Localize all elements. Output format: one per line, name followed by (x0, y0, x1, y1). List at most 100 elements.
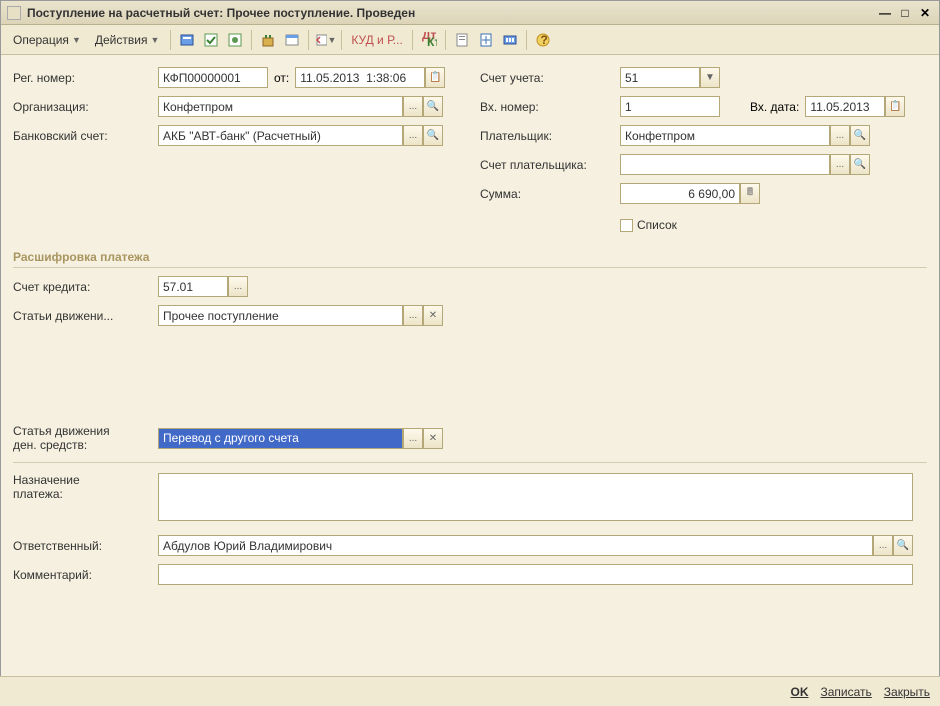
breakdown-section-title: Расшифровка платежа (13, 250, 927, 268)
search-icon[interactable]: 🔍 (423, 125, 443, 146)
amount-input[interactable] (620, 183, 740, 204)
account-input[interactable] (620, 67, 700, 88)
separator (308, 30, 309, 50)
account-label: Счет учета: (480, 71, 620, 85)
reg-number-input[interactable] (158, 67, 268, 88)
search-icon[interactable]: 🔍 (893, 535, 913, 556)
clear-button[interactable]: ✕ (423, 428, 443, 449)
dropdown-icon: ▼ (150, 35, 159, 45)
minimize-button[interactable]: — (877, 6, 893, 20)
list-checkbox[interactable]: Список (620, 218, 677, 232)
divider (13, 462, 927, 463)
cashflow-article-label: Статья движения ден. средств: (13, 424, 158, 452)
responsible-label: Ответственный: (13, 539, 158, 553)
close-button[interactable]: ✕ (917, 6, 933, 20)
kudr-button[interactable]: КУД и Р... (347, 33, 406, 47)
movement-article-label: Статьи движени... (13, 309, 158, 323)
separator (170, 30, 171, 50)
purpose-label-2: платежа: (13, 487, 158, 501)
actions-label: Действия (95, 33, 148, 47)
comment-input[interactable] (158, 564, 913, 585)
titlebar: Поступление на расчетный счет: Прочее по… (1, 1, 939, 25)
comment-label: Комментарий: (13, 568, 158, 582)
actions-menu[interactable]: Действия▼ (89, 30, 166, 50)
purpose-label-1: Назначение (13, 473, 158, 487)
separator (445, 30, 446, 50)
search-icon[interactable]: 🔍 (850, 125, 870, 146)
payer-input[interactable] (620, 125, 830, 146)
tb-icon-2[interactable] (200, 29, 222, 51)
inc-date-label: Вх. дата: (750, 100, 799, 114)
help-icon[interactable]: ? (532, 29, 554, 51)
payer-account-label: Счет плательщика: (480, 158, 620, 172)
window-buttons: — □ ✕ (877, 6, 933, 20)
responsible-input[interactable] (158, 535, 873, 556)
bank-account-input[interactable] (158, 125, 403, 146)
calendar-icon[interactable]: 📋 (425, 67, 445, 88)
window-title: Поступление на расчетный счет: Прочее по… (27, 6, 877, 20)
inc-date-input[interactable] (805, 96, 885, 117)
date-input[interactable] (295, 67, 425, 88)
separator (251, 30, 252, 50)
from-label: от: (274, 71, 289, 85)
credit-account-label: Счет кредита: (13, 280, 158, 294)
separator (412, 30, 413, 50)
select-button[interactable]: ... (403, 125, 423, 146)
tb-icon-dt-kt[interactable]: ДтКт (418, 29, 440, 51)
checkbox-icon (620, 219, 633, 232)
select-button[interactable]: ... (830, 154, 850, 175)
save-button[interactable]: Записать (821, 685, 872, 699)
tb-icon-5[interactable] (281, 29, 303, 51)
cashflow-article-input[interactable] (158, 428, 403, 449)
inc-number-input[interactable] (620, 96, 720, 117)
list-label: Список (637, 218, 677, 232)
clear-button[interactable]: ✕ (423, 305, 443, 326)
select-button[interactable]: ... (873, 535, 893, 556)
toolbar: Операция▼ Действия▼ ▼ КУД и Р... ДтКт ? (1, 25, 939, 55)
select-button[interactable]: ... (830, 125, 850, 146)
purpose-label: Назначение платежа: (13, 473, 158, 501)
cashflow-label-2: ден. средств: (13, 438, 158, 452)
search-icon[interactable]: 🔍 (423, 96, 443, 117)
tb-icon-6[interactable]: ▼ (314, 29, 336, 51)
select-button[interactable]: ... (403, 305, 423, 326)
bank-account-label: Банковский счет: (13, 129, 158, 143)
dropdown-button[interactable]: ▼ (700, 67, 720, 88)
select-button[interactable]: ... (403, 96, 423, 117)
maximize-button[interactable]: □ (897, 6, 913, 20)
inc-number-label: Вх. номер: (480, 100, 620, 114)
svg-text:?: ? (540, 33, 547, 47)
organization-label: Организация: (13, 100, 158, 114)
dropdown-icon: ▼ (327, 35, 336, 45)
tb-icon-8[interactable] (475, 29, 497, 51)
select-button[interactable]: ... (228, 276, 248, 297)
movement-article-input[interactable] (158, 305, 403, 326)
operation-menu[interactable]: Операция▼ (7, 30, 87, 50)
purpose-textarea[interactable] (158, 473, 913, 521)
select-button[interactable]: ... (403, 428, 423, 449)
close-window-button[interactable]: Закрыть (884, 685, 930, 699)
search-icon[interactable]: 🔍 (850, 154, 870, 175)
form-body: Рег. номер: от: 📋 Организация: ... 🔍 Бан… (1, 55, 939, 675)
organization-input[interactable] (158, 96, 403, 117)
calendar-icon[interactable]: 📋 (885, 96, 905, 117)
window-icon (7, 6, 21, 20)
ok-button[interactable]: OK (791, 685, 809, 699)
tb-icon-4[interactable] (257, 29, 279, 51)
svg-text:Кт: Кт (427, 35, 437, 48)
calculator-icon[interactable]: 🖩 (740, 183, 760, 204)
operation-label: Операция (13, 33, 69, 47)
tb-icon-9[interactable] (499, 29, 521, 51)
payer-label: Плательщик: (480, 129, 620, 143)
dropdown-icon: ▼ (72, 35, 81, 45)
credit-account-input[interactable] (158, 276, 228, 297)
tb-icon-7[interactable] (451, 29, 473, 51)
separator (526, 30, 527, 50)
separator (341, 30, 342, 50)
cashflow-label-1: Статья движения (13, 424, 158, 438)
tb-icon-1[interactable] (176, 29, 198, 51)
amount-label: Сумма: (480, 187, 620, 201)
tb-icon-3[interactable] (224, 29, 246, 51)
payer-account-input[interactable] (620, 154, 830, 175)
reg-number-label: Рег. номер: (13, 71, 158, 85)
